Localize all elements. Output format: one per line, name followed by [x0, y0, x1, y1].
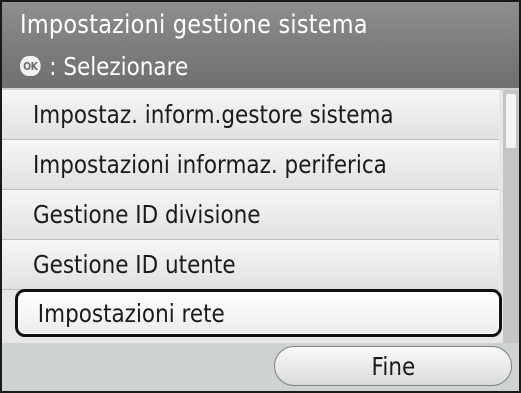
instruction-text: : Selezionare	[49, 51, 189, 81]
menu-item-label: Gestione ID divisione	[32, 200, 261, 229]
menu-item-label: Impostazioni informaz. periferica	[32, 150, 387, 179]
scrollbar-thumb[interactable]	[506, 94, 516, 148]
lcd-screen: Impostazioni gestione sistema OK : Selez…	[0, 0, 521, 393]
menu-item-label: Gestione ID utente	[32, 250, 236, 279]
screen-footer: Fine	[2, 343, 519, 391]
menu-item-impostazioni-rete[interactable]: Impostazioni rete	[15, 289, 502, 337]
menu-item-label: Impostazioni rete	[37, 298, 225, 328]
menu-item-impostazioni-informaz-periferica[interactable]: Impostazioni informaz. periferica	[2, 140, 499, 190]
fine-button-label: Fine	[371, 351, 415, 381]
menu-item-gestione-id-divisione[interactable]: Gestione ID divisione	[2, 190, 499, 240]
fine-button[interactable]: Fine	[274, 346, 512, 386]
scrollbar[interactable]	[503, 90, 519, 343]
menu-item-impostaz-inform-gestore-sistema[interactable]: Impostaz. inform.gestore sistema	[2, 90, 499, 140]
instruction-line: OK : Selezionare	[20, 50, 188, 82]
menu-item-gestione-id-utente[interactable]: Gestione ID utente	[2, 240, 499, 290]
screen-header: Impostazioni gestione sistema OK : Selez…	[2, 2, 519, 88]
menu-item-label: Impostaz. inform.gestore sistema	[32, 100, 394, 129]
menu-list: Impostaz. inform.gestore sistema Imposta…	[2, 90, 519, 343]
page-title: Impostazioni gestione sistema	[20, 10, 368, 40]
ok-key-icon: OK	[20, 56, 41, 76]
